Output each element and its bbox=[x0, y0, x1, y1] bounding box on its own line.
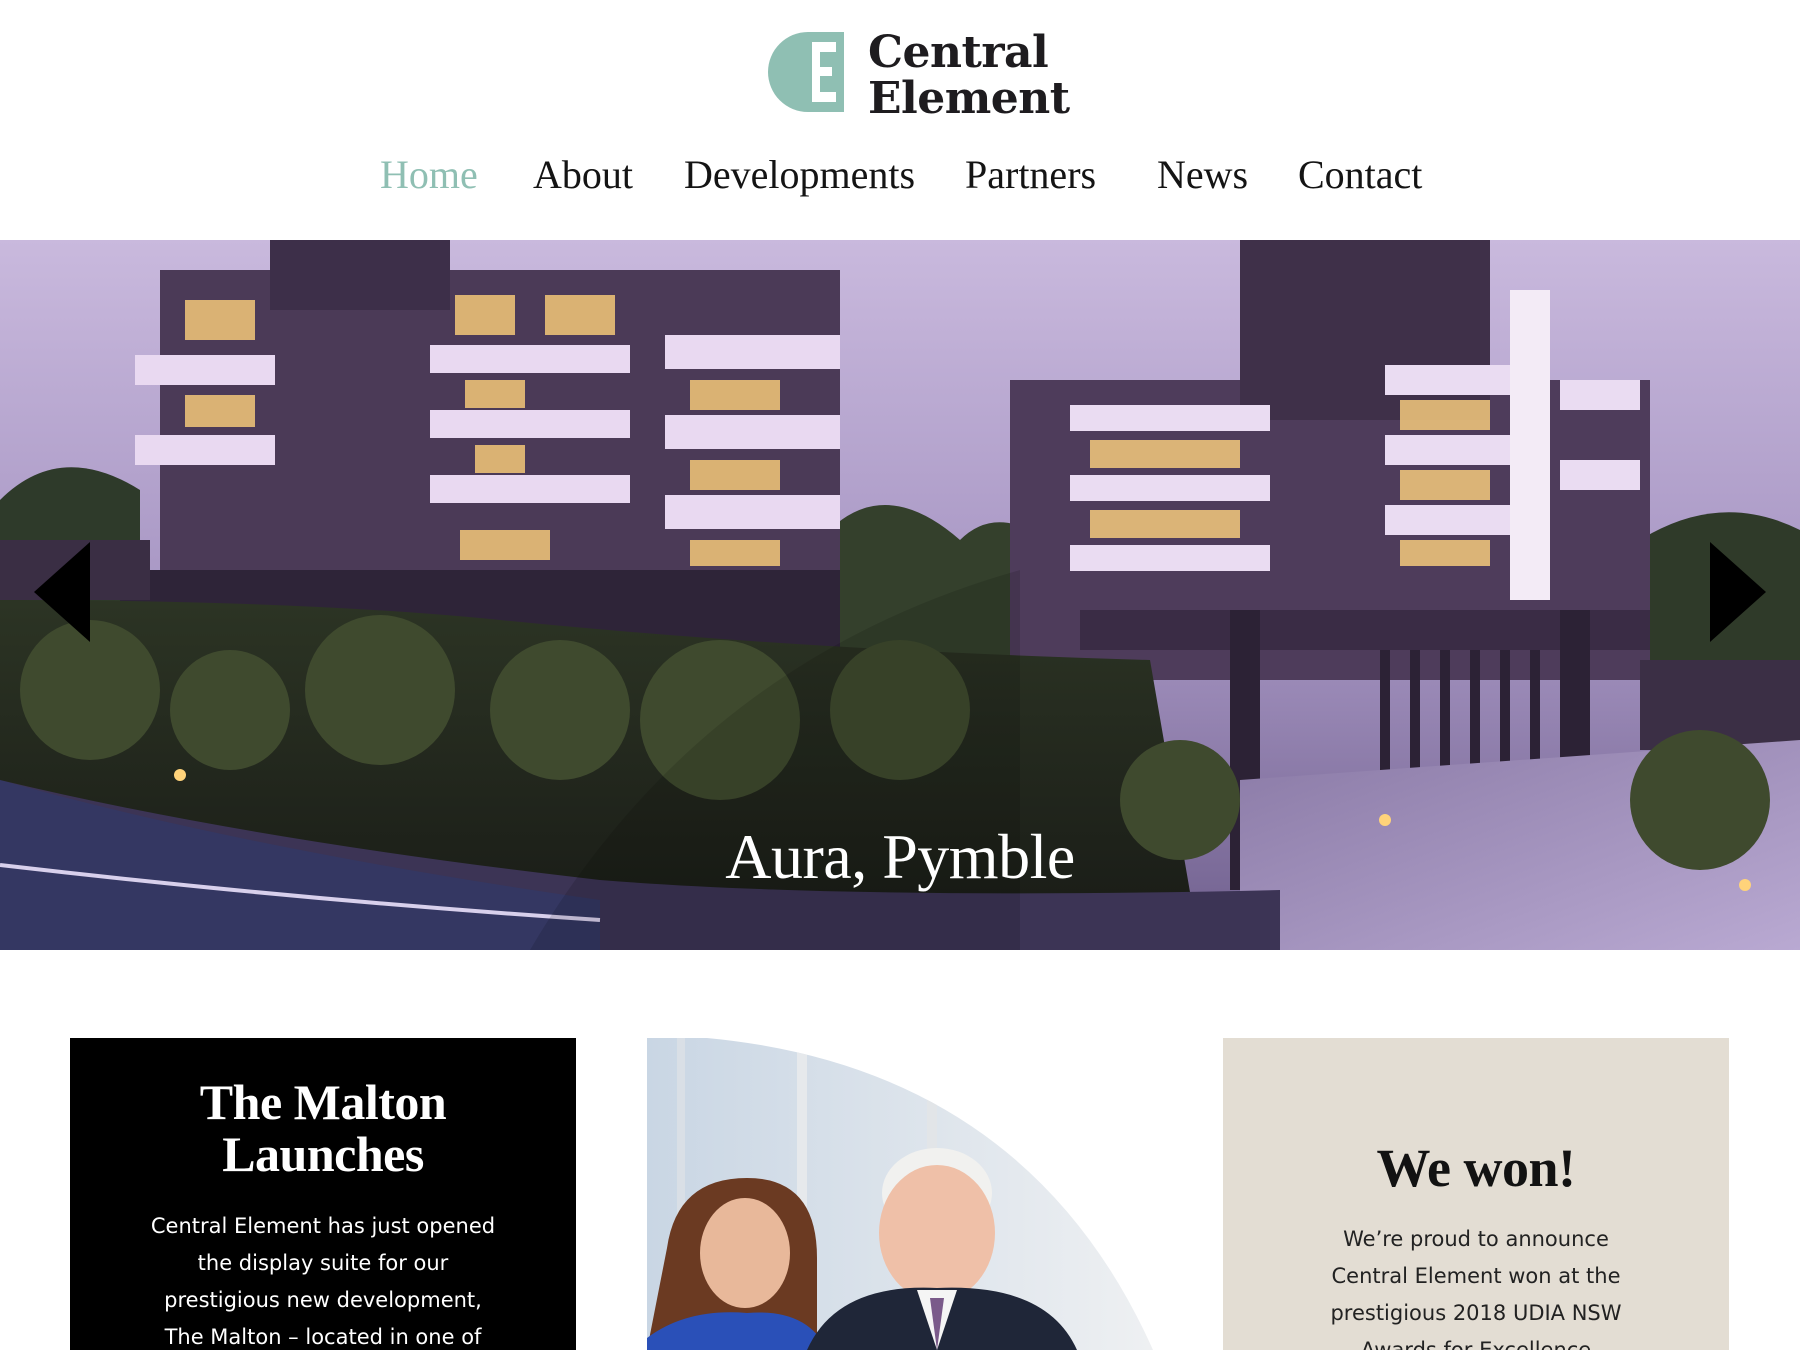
news-card-award[interactable]: We won! We’re proud to announce Central … bbox=[1223, 1038, 1729, 1350]
central-element-logo-icon bbox=[768, 32, 844, 112]
main-nav: Home About Developments Partners News Co… bbox=[0, 150, 1800, 200]
hero-caption: Aura, Pymble bbox=[725, 821, 1075, 892]
card-body-line: prestigious 2018 UDIA NSW bbox=[1330, 1301, 1622, 1325]
slider-prev-button[interactable] bbox=[32, 540, 92, 644]
card-body-line: the display suite for our bbox=[197, 1251, 449, 1275]
brand-logo[interactable]: Central Element bbox=[766, 30, 1070, 122]
card-title-line1: The Malton bbox=[199, 1074, 447, 1130]
brand-wordmark: Central Element bbox=[868, 30, 1070, 122]
card-title-line2: Launches bbox=[222, 1126, 424, 1182]
card-body-line: prestigious new development, bbox=[164, 1288, 482, 1312]
news-card-malton[interactable]: The Malton Launches Central Element has … bbox=[70, 1038, 576, 1350]
nav-item-contact[interactable]: Contact bbox=[1298, 150, 1422, 200]
card-title: The Malton Launches bbox=[70, 1076, 576, 1180]
card-title: We won! bbox=[1376, 1138, 1577, 1198]
brand-name-line2: Element bbox=[868, 73, 1070, 124]
nav-item-home[interactable]: Home bbox=[380, 150, 478, 200]
card-body: Central Element has just opened the disp… bbox=[130, 1208, 516, 1350]
card-body-line: Central Element has just opened bbox=[150, 1214, 496, 1238]
team-photo bbox=[647, 1038, 1153, 1350]
nav-item-partners[interactable]: Partners bbox=[965, 150, 1096, 200]
card-body-line: Central Element won at the bbox=[1331, 1264, 1621, 1288]
card-body-line: We’re proud to announce bbox=[1343, 1227, 1609, 1251]
card-body-line: Awards for Excellence bbox=[1360, 1338, 1592, 1350]
hero-slider: Aura, Pymble bbox=[0, 240, 1800, 950]
card-body-line: The Malton – located in one of bbox=[164, 1325, 482, 1349]
slider-next-button[interactable] bbox=[1708, 540, 1768, 644]
nav-item-news[interactable]: News bbox=[1157, 150, 1248, 200]
triangle-right-icon bbox=[1710, 542, 1766, 642]
team-photo-card[interactable] bbox=[647, 1038, 1153, 1350]
triangle-left-icon bbox=[34, 542, 90, 642]
nav-item-about[interactable]: About bbox=[533, 150, 633, 200]
card-body: We’re proud to announce Central Element … bbox=[1313, 1221, 1639, 1350]
brand-name-line1: Central bbox=[868, 27, 1049, 78]
nav-item-developments[interactable]: Developments bbox=[684, 150, 915, 200]
